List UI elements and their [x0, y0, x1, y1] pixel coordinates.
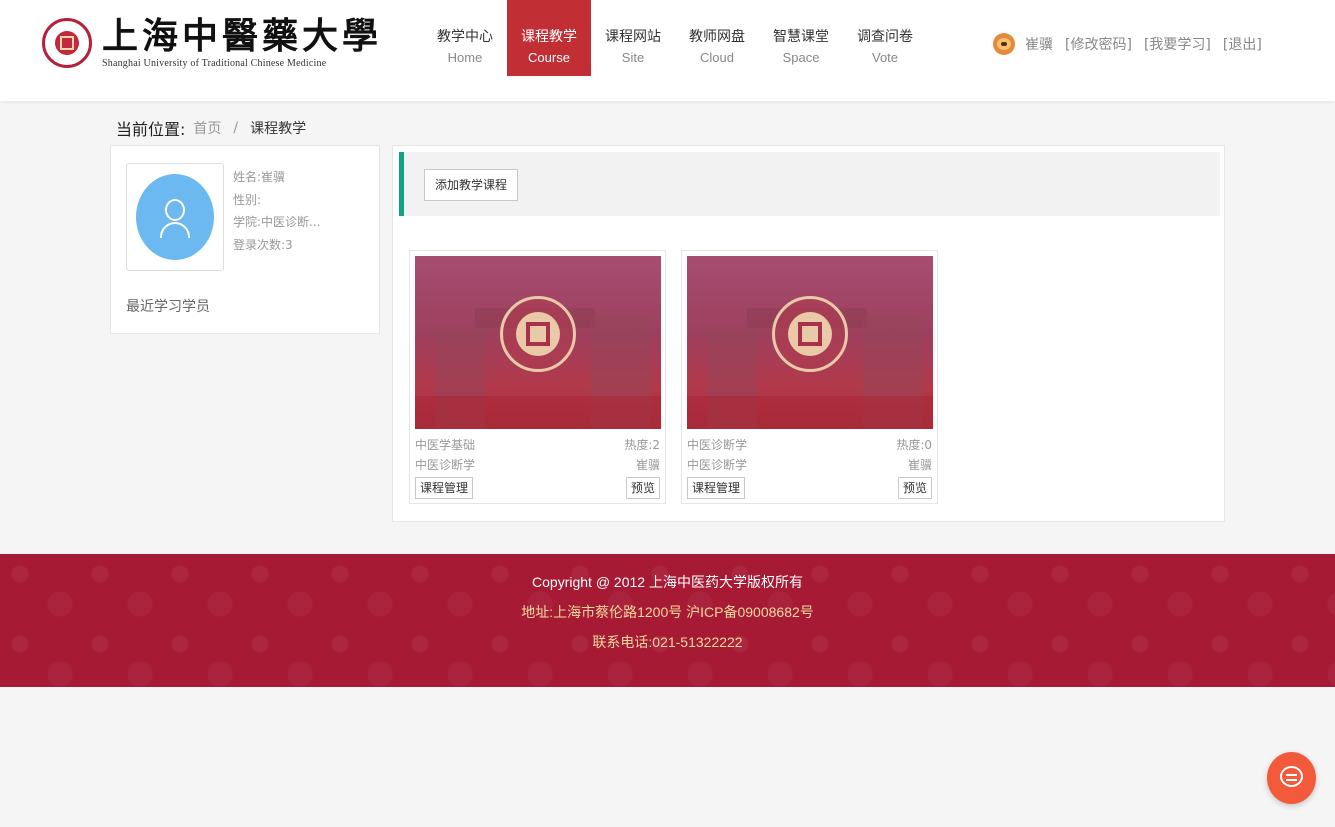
my-learning-link[interactable]: [我要学习]: [1144, 34, 1211, 54]
course-cover-image[interactable]: [415, 256, 661, 429]
profile-avatar: [126, 163, 224, 271]
university-emblem-icon: [500, 296, 576, 372]
site-footer: Copyright @ 2012 上海中医药大学版权所有 地址:上海市蔡伦路12…: [0, 554, 1335, 687]
nav-item-vote[interactable]: 调查问卷 Vote: [843, 0, 927, 76]
footer-address: 地址:上海市蔡伦路1200号 沪ICP备09008682号: [521, 604, 814, 620]
course-preview-button[interactable]: 预览: [625, 477, 660, 499]
profile-login-count: 登录次数:3: [233, 237, 293, 252]
add-course-button[interactable]: 添加教学课程: [424, 169, 519, 201]
nav-item-space[interactable]: 智慧课堂 Space: [759, 0, 843, 76]
course-panel: 添加教学课程 中医学基础 热度:2 中医诊断学 崔骥 课程管理 预览 中医诊断学…: [392, 145, 1225, 522]
course-heat: 热度:2: [624, 438, 660, 452]
course-cover-image[interactable]: [687, 256, 933, 429]
profile-gender: 性别:: [233, 192, 262, 207]
university-emblem-icon: [772, 296, 848, 372]
breadcrumb-home-link[interactable]: 首页: [193, 118, 221, 138]
nav-item-cloud[interactable]: 教师网盘 Cloud: [675, 0, 759, 76]
site-header: 上海中醫藥大學 Shanghai University of Tradition…: [0, 0, 1335, 101]
change-password-link[interactable]: [修改密码]: [1065, 34, 1132, 54]
logo-english-name: Shanghai University of Traditional Chine…: [102, 58, 327, 69]
course-name: 中医学基础: [415, 438, 476, 452]
course-name: 中医诊断学: [687, 438, 748, 452]
course-card: 中医诊断学 热度:0 中医诊断学 崔骥 课程管理 预览: [681, 250, 938, 504]
logout-link[interactable]: [退出]: [1223, 34, 1262, 54]
chat-button[interactable]: [1267, 752, 1316, 804]
breadcrumb: 当前位置: 首页 / 课程教学: [116, 116, 306, 140]
nav-item-home[interactable]: 教学中心 Home: [423, 0, 507, 76]
breadcrumb-label: 当前位置:: [116, 120, 186, 139]
profile-college: 学院:中医诊断...: [233, 215, 321, 229]
university-logo[interactable]: 上海中醫藥大學 Shanghai University of Tradition…: [42, 16, 382, 69]
footer-phone: 联系电话:021-51322222: [592, 634, 743, 650]
course-teacher: 崔骥: [907, 458, 932, 472]
user-name: 崔骥: [1025, 37, 1053, 53]
course-preview-button[interactable]: 预览: [897, 477, 932, 499]
breadcrumb-current: 课程教学: [250, 121, 307, 137]
profile-info: 姓名:崔骥 性别: 学院:中医诊断... 登录次数:3: [233, 166, 321, 256]
course-department: 中医诊断学: [687, 458, 748, 472]
course-manage-button[interactable]: 课程管理: [687, 477, 746, 499]
course-department: 中医诊断学: [415, 458, 476, 472]
university-seal-icon: [42, 17, 92, 68]
breadcrumb-separator: /: [233, 120, 239, 136]
course-toolbar: 添加教学课程: [399, 152, 1220, 216]
profile-name: 姓名:崔骥: [233, 170, 286, 184]
profile-panel: 姓名:崔骥 性别: 学院:中医诊断... 登录次数:3 最近学习学员: [110, 145, 380, 334]
course-manage-button[interactable]: 课程管理: [415, 477, 474, 499]
logo-chinese-name: 上海中醫藥大學: [102, 15, 383, 57]
course-teacher: 崔骥: [635, 458, 660, 472]
nav-item-course[interactable]: 课程教学 Course: [507, 0, 591, 76]
main-nav: 教学中心 Home 课程教学 Course 课程网站 Site 教师网盘 Clo…: [423, 0, 927, 76]
course-card: 中医学基础 热度:2 中医诊断学 崔骥 课程管理 预览: [409, 250, 666, 504]
chat-bubble-icon: [1280, 766, 1303, 787]
user-area: 崔骥 [修改密码] [我要学习] [退出]: [993, 33, 1274, 55]
recent-learners-title: 最近学习学员: [126, 299, 210, 315]
footer-copyright: Copyright @ 2012 上海中医药大学版权所有: [532, 574, 803, 590]
user-avatar-icon: [993, 33, 1015, 55]
course-heat: 热度:0: [896, 438, 932, 452]
user-silhouette-icon: [136, 174, 214, 260]
nav-item-site[interactable]: 课程网站 Site: [591, 0, 675, 76]
